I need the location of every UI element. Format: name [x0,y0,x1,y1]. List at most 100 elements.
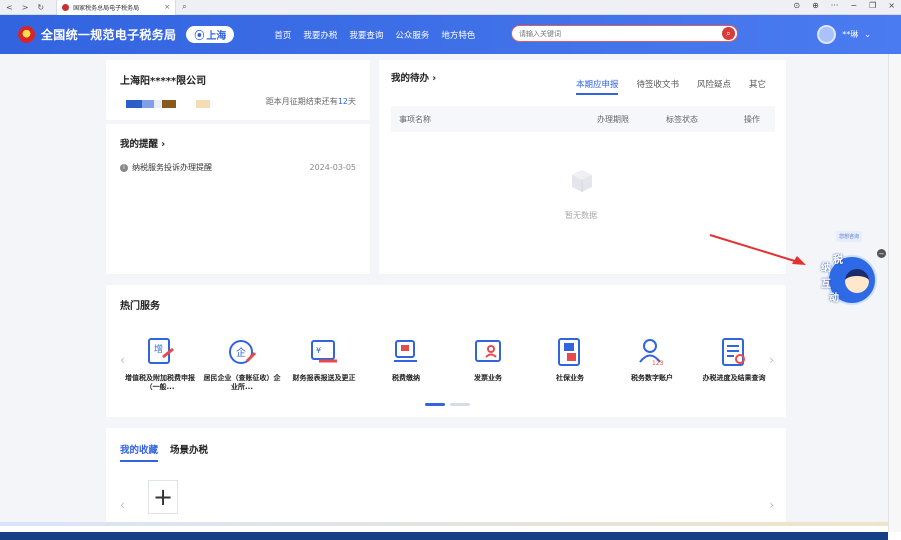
col-status: 标签状态 [666,114,698,124]
browser-tab[interactable]: 国家税务总局电子税务局 × [56,0,177,15]
nav-query[interactable]: 我要查询 [349,29,383,41]
service-digital-account[interactable]: 123 税务数字账户 [612,335,692,383]
hot-services-card: 热门服务 ‹ › 增 增值税及附加税费申报（一般... 企 居民企业（查账征收）… [106,285,786,417]
service-label: 居民企业（查账征收）企业所... [203,374,281,391]
assistant-char: 动 [829,293,839,304]
todo-table-header: 事项名称 办理期限 标签状态 操作 [391,106,775,132]
financial-report-icon: ¥ [311,340,337,363]
tab-close-icon[interactable]: × [164,3,170,11]
site-search: ⌕ [511,25,738,42]
carousel-dot[interactable] [450,403,470,406]
region-label: 上海 [206,31,227,42]
todo-title[interactable]: 我的待办 › [391,70,436,84]
nav-local[interactable]: 地方特色 [441,29,475,41]
tab-current-declare[interactable]: 本期应申报 [575,78,619,95]
service-label: 办税进度及结果查询 [702,374,766,382]
service-corp-income[interactable]: 企 居民企业（查账征收）企业所... [202,335,282,392]
enterprise-income-icon: 企 [229,340,257,364]
refresh-icon[interactable]: ↻ [37,3,44,12]
search-button-icon[interactable]: ⌕ [722,27,735,40]
browser-toolbar: < > ↻ 国家税务总局电子税务局 × ⌕ ⊙ ⊕ ··· − ❐ × [0,0,901,15]
assistant-char: 税 [833,255,843,266]
deadline-text: 距本月征期结束还有12天 [265,97,356,106]
assistant-char: 互 [821,279,831,290]
user-menu[interactable]: **琳 ⌄ [817,25,871,44]
empty-text: 暂无数据 [565,211,597,220]
tab-my-favorites[interactable]: 我的收藏 [120,442,159,462]
back-icon[interactable]: < [6,3,13,12]
assistant-tooltip: 您想咨询 [836,231,863,242]
empty-box-icon [572,170,592,192]
tab-other[interactable]: 其它 [749,78,766,95]
site-title: 全国统一规范电子税务局 [41,28,177,42]
svg-text:123: 123 [652,360,664,367]
browser-tab-title: 国家税务总局电子税务局 [73,4,140,12]
tab-scene-tax[interactable]: 场景办税 [170,442,208,462]
col-name: 事项名称 [399,114,431,124]
service-financial-report[interactable]: ¥ 财务报表报送及更正 [284,335,364,383]
add-favorite-button[interactable]: + [148,480,178,514]
service-social-security[interactable]: 社保业务 [530,335,610,383]
search-input[interactable] [519,29,699,38]
forward-icon[interactable]: > [22,3,29,12]
main-nav: 首页 我要办税 我要查询 公众服务 地方特色 [274,29,475,41]
reminder-title[interactable]: 我的提醒 › [120,136,165,150]
nav-home[interactable]: 首页 [274,29,291,41]
invoice-icon [475,340,501,362]
nav-tax[interactable]: 我要办税 [303,29,337,41]
progress-query-icon [722,338,745,366]
col-action: 操作 [744,114,760,124]
favorites-tabs: 我的收藏 场景办税 [120,442,208,462]
favorites-next-icon[interactable]: › [769,498,774,512]
red-arrow-annotation-icon [709,234,806,265]
col-deadline: 办理期限 [597,114,629,124]
region-selector[interactable]: ⦿ 上海 [186,26,235,43]
more-icon[interactable]: ··· [831,1,839,10]
assistant-close-icon[interactable]: − [877,249,886,258]
tax-assistant-widget[interactable]: 纳 税 互 动 − [819,249,886,305]
reminder-item[interactable]: i 纳税服务投诉办理提醒 2024-03-05 [120,162,356,173]
restore-icon[interactable]: ❐ [869,1,876,10]
social-security-icon [558,338,580,366]
todo-tabs: 本期应申报 待签收文书 风险疑点 其它 [575,78,766,95]
user-name: **琳 [842,30,859,39]
svg-text:¥: ¥ [316,346,321,355]
service-vat[interactable]: 增 增值税及附加税费申报（一般... [120,335,200,392]
service-tax-payment[interactable]: 税费缴纳 [366,335,446,383]
close-window-icon[interactable]: × [888,1,895,10]
company-id-masked [126,100,210,108]
page-footer [0,532,888,540]
reminder-item-text: 纳税服务投诉办理提醒 [132,163,212,172]
favorites-card: 我的收藏 场景办税 ‹ + › [106,428,786,522]
service-label: 税费缴纳 [392,374,420,382]
download-icon[interactable]: ⊙ [793,1,800,10]
service-progress-query[interactable]: 办税进度及结果查询 [694,335,774,383]
hot-services-title: 热门服务 [120,301,160,312]
tax-emblem-icon [18,26,35,43]
nav-public[interactable]: 公众服务 [395,29,429,41]
page-scrollbar[interactable] [888,54,901,532]
avatar [817,25,837,44]
reminder-date: 2024-03-05 [309,163,357,172]
globe-icon[interactable]: ⊕ [812,1,819,10]
svg-text:增: 增 [154,343,163,355]
service-label: 财务报表报送及更正 [292,374,356,382]
deadline-days: 12 [337,97,348,106]
carousel-dot-active[interactable] [425,403,445,406]
company-card: 上海阳*****限公司 距本月征期结束还有12天 [106,60,370,120]
carousel-indicator [425,403,470,406]
service-label: 税务数字账户 [631,374,673,382]
location-pin-icon: ⦿ [194,31,205,42]
minimize-icon[interactable]: − [850,1,857,10]
assistant-char: 纳 [821,263,831,274]
info-icon: i [120,163,128,172]
tab-favicon-icon [62,3,70,11]
tab-risk[interactable]: 风险疑点 [697,78,731,95]
chevron-down-icon: ⌄ [864,30,871,39]
service-invoice[interactable]: 发票业务 [448,335,528,383]
search-icon[interactable]: ⌕ [182,2,186,12]
reminder-card: 我的提醒 › i 纳税服务投诉办理提醒 2024-03-05 [106,124,370,274]
favorites-prev-icon[interactable]: ‹ [120,498,125,512]
vat-declare-icon: 增 [148,338,174,364]
tab-docs[interactable]: 待签收文书 [636,78,679,95]
